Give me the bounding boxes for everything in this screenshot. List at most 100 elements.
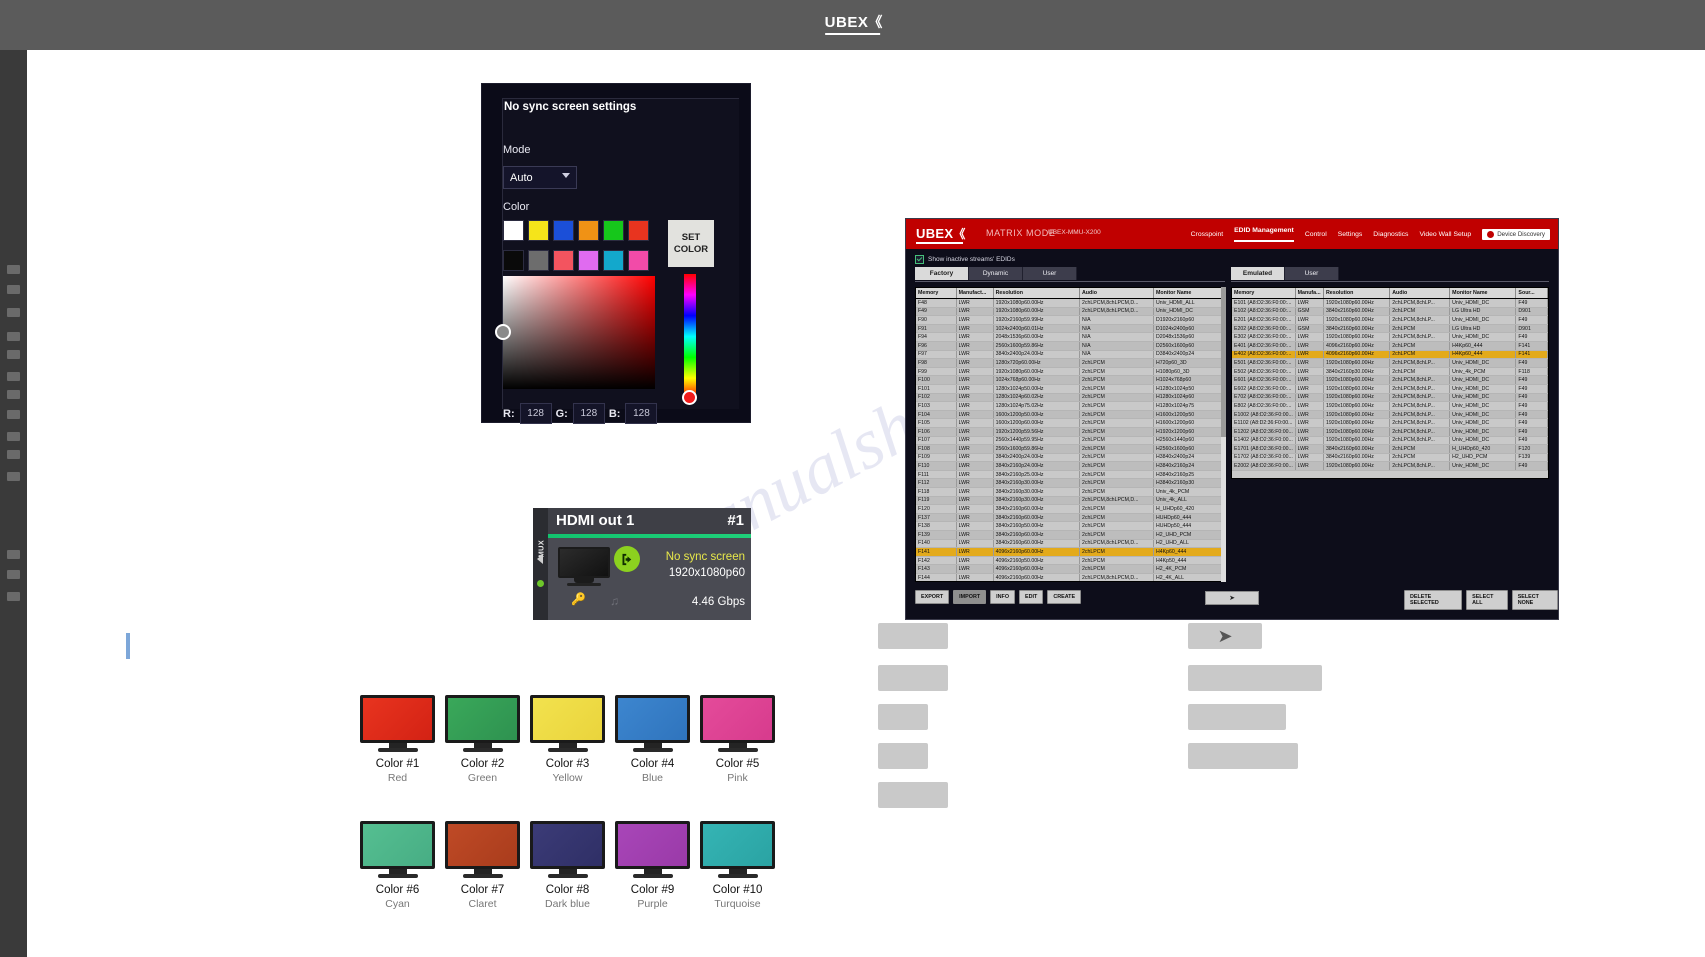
color-swatch-4[interactable]	[578, 220, 599, 241]
nav-item-control[interactable]: Control	[1305, 231, 1327, 238]
table-row[interactable]: F112 LWR 3840x2160p30.00Hz 2chLPCM H3840x216…	[916, 478, 1225, 489]
table-row[interactable]: E1702 (A8:D2:36:F0:00... LWR 3840x2160p60.…	[1232, 453, 1548, 463]
column-header[interactable]: Audio	[1389, 288, 1451, 299]
table-row[interactable]: E401 (A8:D2:36:F0:00:... LWR 4096x2160p60.…	[1232, 341, 1548, 351]
table-row[interactable]: F120 LWR 3840x2160p60.00Hz 2chLPCM H_UHDp60_…	[916, 504, 1225, 514]
table-row[interactable]: F137 LWR 3840x2160p60.00Hz 2chLPCM HUHDp60_4…	[916, 513, 1225, 523]
table-row[interactable]: E102 (A8:D2:36:F0:00:... GSM 3840x2160p60.…	[1232, 307, 1548, 317]
table-row[interactable]: E601 (A8:D2:36:F0:00:... LWR 1920x1080p60.…	[1232, 375, 1548, 385]
table-row[interactable]: F141 LWR 4096x2160p60.00Hz 2chLPCM H4Kp60_44…	[916, 547, 1225, 557]
table-row[interactable]: F109 LWR 3840x2400p24.00Hz 2chLPCM H3840x240…	[916, 453, 1225, 463]
table-row[interactable]: F106 LWR 1920x1200p59.56Hz 2chLPCM H1920x120…	[916, 427, 1225, 437]
tab-dynamic[interactable]: Dynamic	[969, 267, 1023, 280]
column-header[interactable]: Resolution	[993, 288, 1080, 299]
button-export[interactable]: EXPORT	[915, 590, 950, 604]
button-import[interactable]: IMPORT	[953, 590, 987, 604]
table-row[interactable]: F98 LWR 1280x720p60.00Hz 2chLPCM H720p60_3D	[916, 358, 1225, 368]
tab-emulated[interactable]: Emulated	[1231, 267, 1285, 280]
table-row[interactable]: E1402 (A8:D2:36:F0:00... LWR 1920x1080p60.…	[1232, 436, 1548, 446]
button-delete-selected[interactable]: DELETE SELECTED	[1404, 590, 1463, 610]
transfer-edid-button[interactable]: ➤	[1205, 591, 1259, 605]
mux-collapse-arrow-icon[interactable]	[537, 554, 543, 564]
table-row[interactable]: F49 LWR 1920x1080p60.00Hz 2chLPCM,8chLPCM,D…	[916, 307, 1225, 317]
device-discovery-button[interactable]: Device Discovery	[1482, 228, 1550, 240]
color-swatch-11[interactable]	[603, 250, 624, 271]
factory-edid-table[interactable]: Memory Manufact... Resolution Audio Monitor …	[915, 287, 1226, 582]
table-row[interactable]: F96 LWR 2560x1600p59.86Hz N/A D2560x1600p60	[916, 341, 1225, 351]
color-swatch-7[interactable]	[503, 250, 524, 271]
table-row[interactable]: F103 LWR 1280x1024p75.02Hz 2chLPCM H1280x102…	[916, 401, 1225, 411]
table-row[interactable]: E402 (A8:D2:36:F0:00:... LWR 4096x2160p60.…	[1232, 350, 1548, 360]
table-row[interactable]: F108 LWR 2560x1600p59.86Hz 2chLPCM H2560x160…	[916, 444, 1225, 454]
table-row[interactable]: F140 LWR 3840x2160p60.00Hz 2chLPCM,8chLPCM,…	[916, 539, 1225, 549]
table-row[interactable]: F101 LWR 1280x1024p50.00Hz 2chLPCM H1280x102…	[916, 384, 1225, 394]
column-header[interactable]: Memory	[1232, 288, 1296, 299]
color-swatch-10[interactable]	[578, 250, 599, 271]
table-row[interactable]: E602 (A8:D2:36:F0:00:... LWR 1920x1080p60.…	[1232, 384, 1548, 394]
table-row[interactable]: E2002 (A8:D2:36:F0:00... LWR 1920x1080p60.…	[1232, 461, 1548, 471]
button-create[interactable]: CREATE	[1047, 590, 1082, 604]
table-row[interactable]: E502 (A8:D2:36:F0:00:... LWR 3840x2160p30.…	[1232, 367, 1548, 377]
color-swatch-2[interactable]	[528, 220, 549, 241]
show-inactive-edids-row[interactable]: Show inactive streams' EDIDs	[915, 255, 1015, 264]
table-row[interactable]: F139 LWR 3840x2160p60.00Hz 2chLPCM H2_UHD_PC…	[916, 530, 1225, 540]
column-header[interactable]: Manufact...	[956, 288, 994, 299]
table-row[interactable]: E302 (A8:D2:36:F0:00:... LWR 1920x1080p60.…	[1232, 332, 1548, 342]
nav-item-diagnostics[interactable]: Diagnostics	[1373, 231, 1408, 238]
column-header[interactable]: Resolution	[1323, 288, 1391, 299]
table-row[interactable]: E202 (A8:D2:36:F0:00:... GSM 3840x2160p60.…	[1232, 324, 1548, 334]
hue-slider[interactable]	[682, 274, 697, 405]
table-row[interactable]: F111 LWR 3840x2160p25.00Hz 2chLPCM H3840x216…	[916, 470, 1225, 480]
hue-slider-handle[interactable]	[682, 390, 697, 405]
nav-item-settings[interactable]: Settings	[1338, 231, 1363, 238]
button-info[interactable]: INFO	[990, 590, 1016, 604]
table-row[interactable]: E1002 (A8:D2:36:F0:00... LWR 1920x1080p60.…	[1232, 410, 1548, 420]
table-row[interactable]: F119 LWR 3840x2160p30.00Hz 2chLPCM,8chLPCM,…	[916, 496, 1225, 506]
table-row[interactable]: F107 LWR 2560x1440p59.95Hz 2chLPCM H2560x144…	[916, 436, 1225, 446]
r-input[interactable]: 128	[519, 403, 552, 424]
table-row[interactable]: F97 LWR 3840x2400p24.00Hz N/A D3840x2400p24	[916, 350, 1225, 360]
color-swatch-1[interactable]	[503, 220, 524, 241]
hdmi-output-card[interactable]: MUX HDMI out 1 #1 No sync screen 1920x10…	[533, 508, 751, 620]
nav-item-edid-management[interactable]: EDID Management	[1234, 227, 1294, 242]
column-header[interactable]: Monitor Name	[1449, 288, 1517, 299]
color-swatch-3[interactable]	[553, 220, 574, 241]
table-row[interactable]: F99 LWR 1920x1080p60.00Hz 2chLPCM H1080p60_3…	[916, 367, 1225, 377]
color-swatch-8[interactable]	[528, 250, 549, 271]
table-row[interactable]: F110 LWR 3840x2160p24.00Hz 2chLPCM H3840x216…	[916, 461, 1225, 471]
nav-item-video-wall-setup[interactable]: Video Wall Setup	[1419, 231, 1471, 238]
column-header[interactable]: Manufa...	[1295, 288, 1324, 299]
saturation-value-picker[interactable]	[495, 276, 655, 389]
table-row[interactable]: E101 (A8:D2:36:F0:00:... LWR 1920x1080p60.…	[1232, 298, 1548, 308]
table-row[interactable]: F143 LWR 4096x2160p60.00Hz 2chLPCM H2_4K_PCM	[916, 564, 1225, 574]
table-row[interactable]: E1102 (A8:D2:36:F0:00... LWR 1920x1080p60.…	[1232, 418, 1548, 428]
column-header[interactable]: Monitor Name	[1153, 288, 1225, 299]
sv-picker-handle[interactable]	[495, 324, 511, 340]
table-row[interactable]: E702 (A8:D2:36:F0:00:... LWR 1920x1080p60.…	[1232, 393, 1548, 403]
table-row[interactable]: F48 LWR 1920x1080p60.00Hz 2chLPCM,8chLPCM,D…	[916, 298, 1225, 308]
table-row[interactable]: F91 LWR 1024x2400p60.01Hz N/A D1024x2400p60	[916, 324, 1225, 334]
table-row[interactable]: F138 LWR 3840x2160p50.00Hz 2chLPCM HUHDp50_4…	[916, 521, 1225, 532]
table-row[interactable]: E1701 (A8:D2:36:F0:00... LWR 3840x2160p60.…	[1232, 444, 1548, 454]
tab-user[interactable]: User	[1285, 267, 1339, 280]
table-row[interactable]: F102 LWR 1280x1024p60.02Hz 2chLPCM H1280x102…	[916, 393, 1225, 403]
tab-factory[interactable]: Factory	[915, 267, 969, 280]
table-row[interactable]: F94 LWR 2048x1536p60.00Hz N/A D2048x1536p60	[916, 332, 1225, 342]
table-row[interactable]: E1202 (A8:D2:36:F0:00... LWR 1920x1080p60.…	[1232, 427, 1548, 437]
button-edit[interactable]: EDIT	[1019, 590, 1044, 604]
right-memory-tabs[interactable]: Emulated User	[1231, 267, 1339, 280]
checkbox-checked-icon[interactable]	[915, 255, 924, 264]
button-select-none[interactable]: SELECT NONE	[1511, 590, 1558, 610]
left-memory-tabs[interactable]: Factory Dynamic User	[915, 267, 1077, 280]
set-color-button[interactable]: SET COLOR	[668, 220, 714, 267]
column-header[interactable]: Audio	[1079, 288, 1155, 299]
color-swatch-palette[interactable]	[503, 220, 663, 280]
table-row[interactable]: E802 (A8:D2:36:F0:00:... LWR 1920x1080p60.…	[1232, 401, 1548, 411]
color-swatch-5[interactable]	[603, 220, 624, 241]
color-swatch-12[interactable]	[628, 250, 649, 271]
table-row[interactable]: F118 LWR 3840x2160p30.00Hz 2chLPCM Univ_4k_P…	[916, 487, 1225, 497]
table-row[interactable]: F144 LWR 4096x2160p60.00Hz 2chLPCM,8chLPCM,…	[916, 573, 1225, 581]
table-row[interactable]: F100 LWR 1024x768p60.00Hz 2chLPCM H1024x768p…	[916, 375, 1225, 385]
table-row[interactable]: F105 LWR 1600x1200p60.00Hz 2chLPCM H1600x120…	[916, 418, 1225, 428]
g-input[interactable]: 128	[572, 403, 605, 424]
